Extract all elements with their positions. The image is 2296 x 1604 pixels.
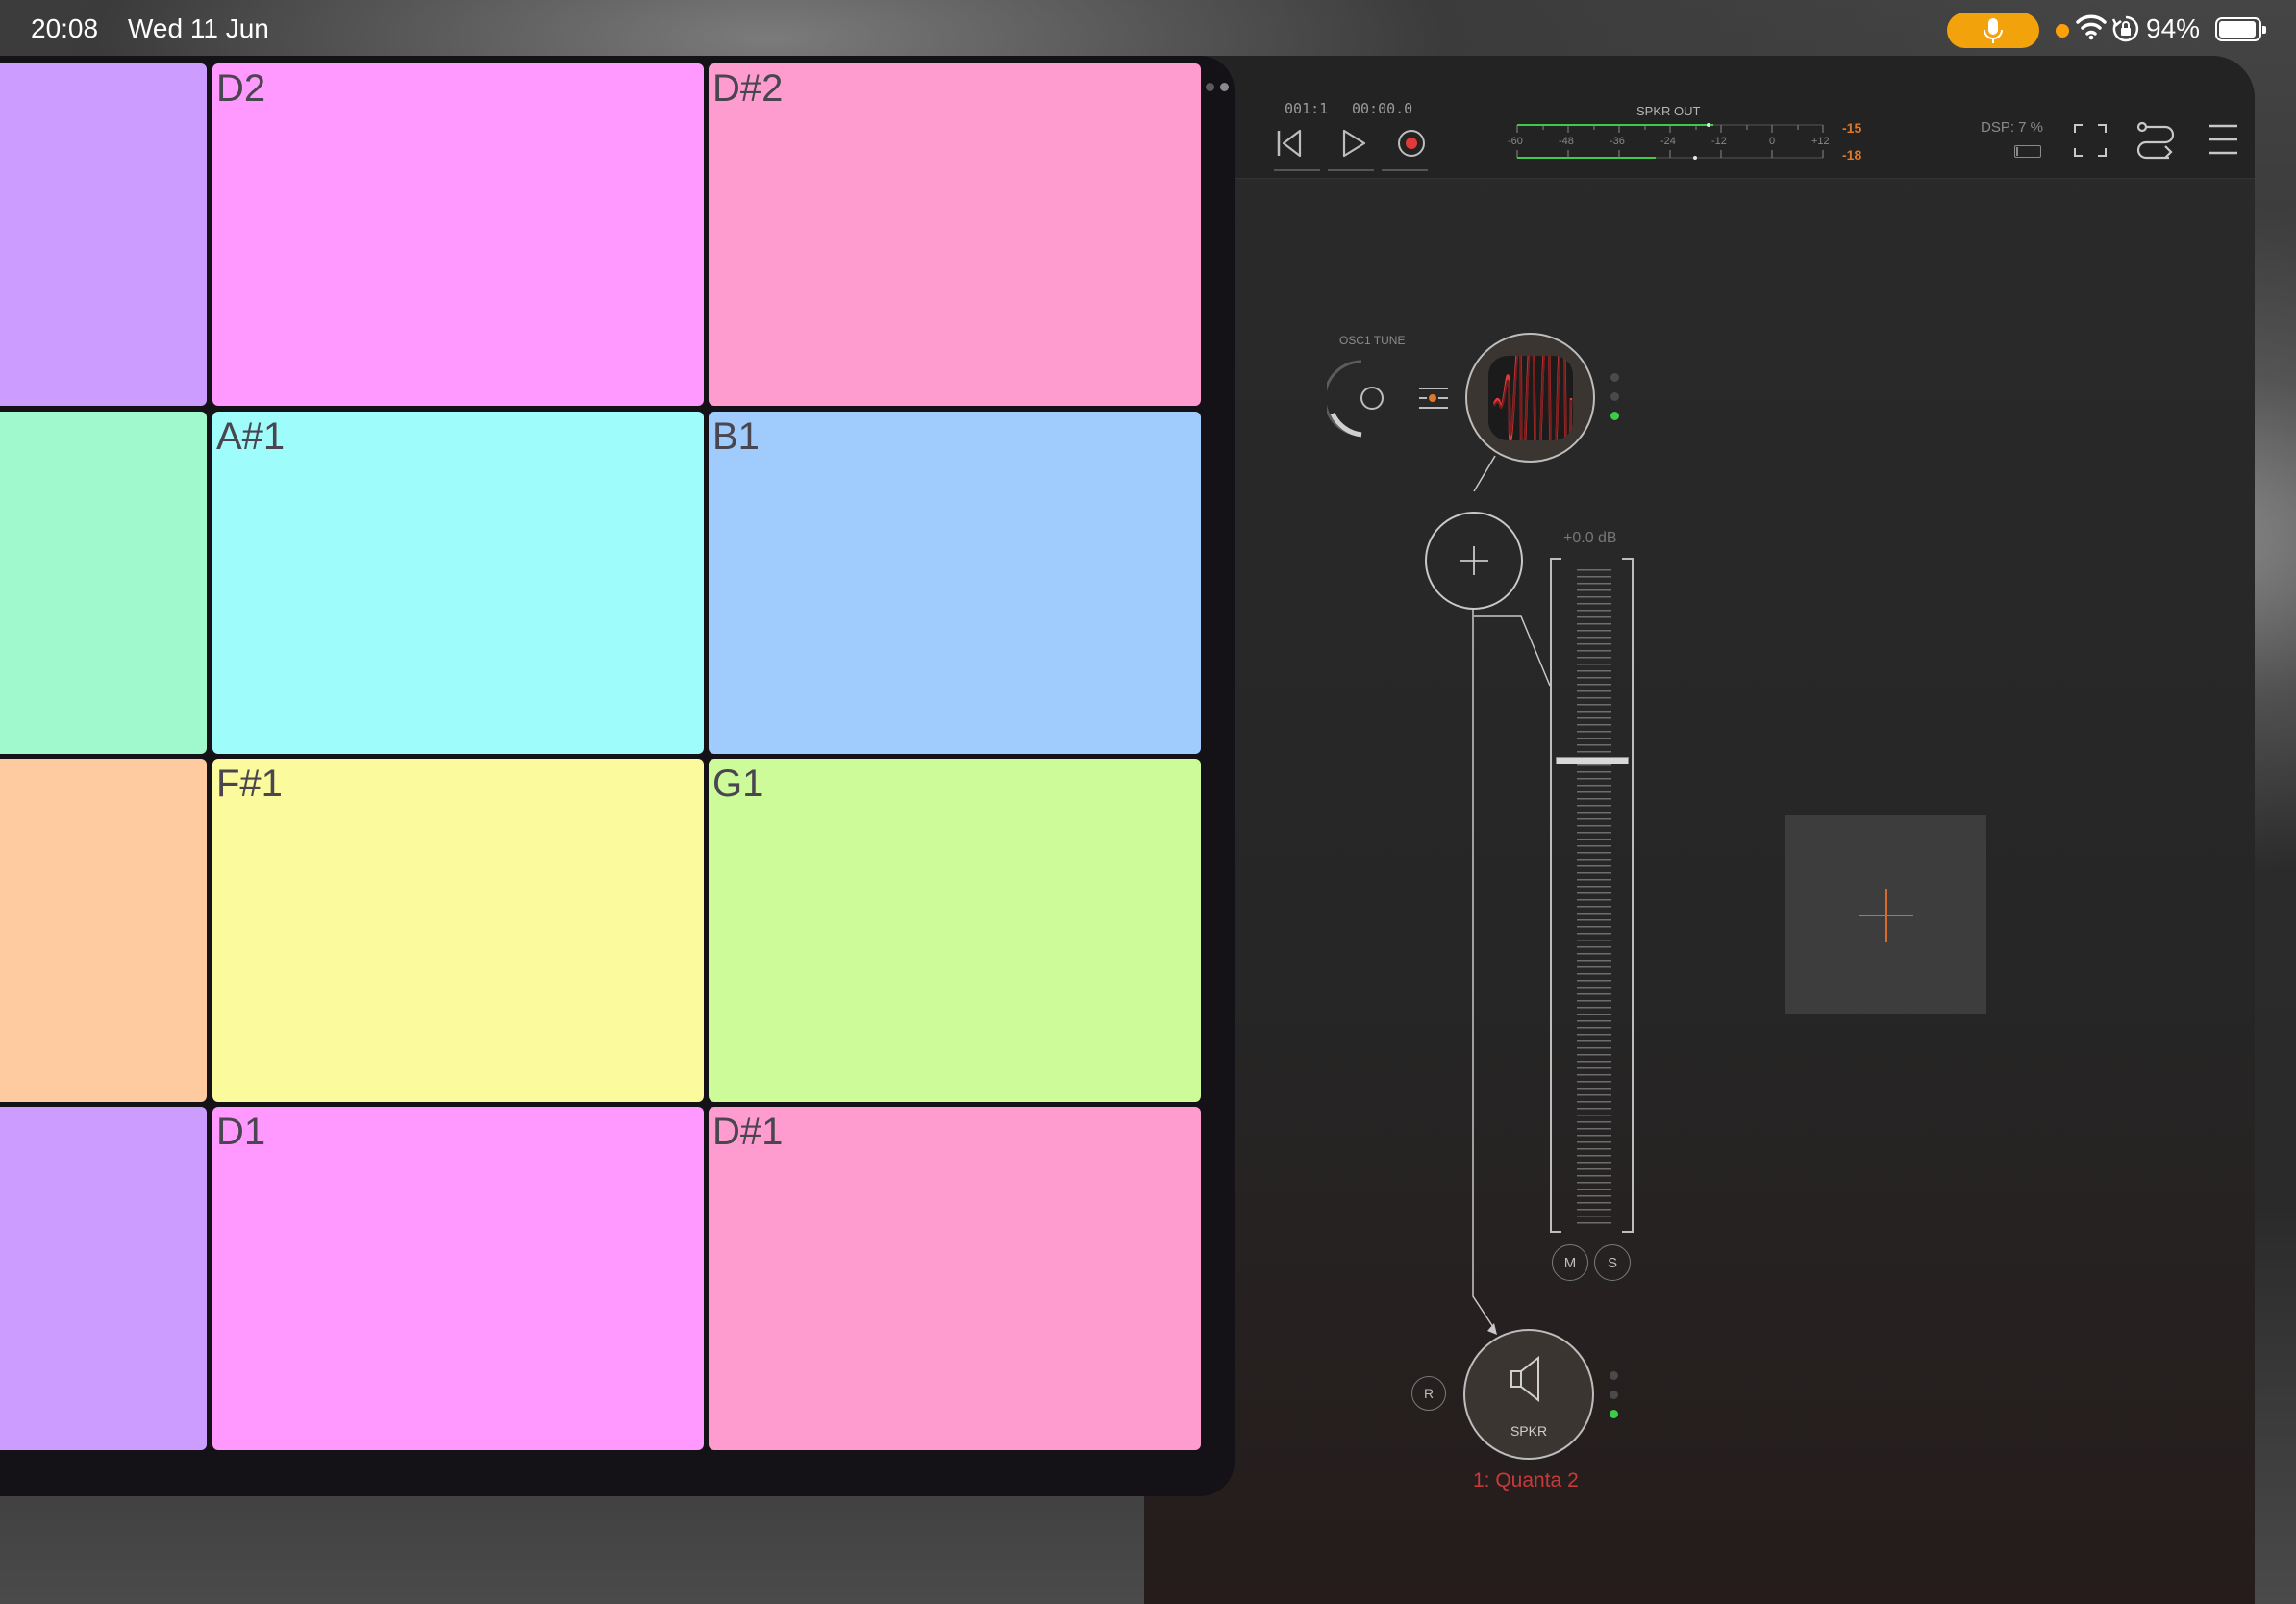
mute-button[interactable]: M	[1552, 1244, 1588, 1281]
note-pad[interactable]: G1	[709, 759, 1201, 1102]
note-pad[interactable]: D1	[212, 1107, 704, 1450]
record-arm-button[interactable]: R	[1411, 1376, 1446, 1411]
pad-label: D1	[216, 1111, 266, 1153]
solo-button[interactable]: S	[1594, 1244, 1631, 1281]
battery-percentage: 94%	[2146, 13, 2201, 43]
speaker-icon	[1510, 1356, 1539, 1402]
note-pad[interactable]	[0, 759, 207, 1102]
add-channel-button[interactable]	[1785, 815, 1986, 1014]
note-pad[interactable]: B1	[709, 412, 1201, 754]
orientation-lock-icon	[2111, 15, 2139, 42]
privacy-indicator-dot	[2056, 24, 2069, 38]
pad-label: F#1	[216, 763, 283, 805]
gain-readout: +0.0 dB	[1563, 530, 1617, 546]
fader-bracket-left	[1550, 558, 1561, 1233]
battery-fill	[2219, 21, 2256, 38]
note-pad[interactable]: D#2	[709, 63, 1201, 406]
note-pad[interactable]	[0, 1107, 207, 1450]
pad-label: D2	[216, 67, 266, 110]
pad-label: G1	[712, 763, 764, 805]
note-pad[interactable]	[0, 63, 207, 406]
note-pad[interactable]	[0, 412, 207, 754]
output-node-label: SPKR	[1510, 1423, 1548, 1439]
node-active-led	[1610, 1410, 1618, 1418]
channel-name[interactable]: 1: Quanta 2	[1473, 1469, 1579, 1492]
battery-icon	[2215, 17, 2266, 41]
mic-icon	[1984, 18, 2003, 43]
note-pad[interactable]: D#1	[709, 1107, 1201, 1450]
mic-in-use-indicator[interactable]	[1947, 13, 2039, 48]
pad-label: D#2	[712, 67, 784, 110]
pad-label: D#1	[712, 1111, 784, 1153]
wifi-icon	[2076, 14, 2107, 40]
fader-scale	[1577, 569, 1611, 1229]
pad-label: B1	[712, 415, 760, 458]
add-effect-button[interactable]	[1425, 512, 1523, 610]
status-time: 20:08	[31, 13, 99, 43]
volume-fader-handle[interactable]	[1556, 757, 1629, 764]
plus-icon	[1859, 889, 1913, 942]
window-drag-handle[interactable]	[1206, 83, 1240, 94]
note-pad[interactable]: D2	[212, 63, 704, 406]
pad-label: A#1	[216, 415, 286, 458]
note-pad[interactable]: A#1	[212, 412, 704, 754]
node-status-dot	[1610, 1391, 1618, 1399]
fader-bracket-right	[1622, 558, 1634, 1233]
note-pad[interactable]: F#1	[212, 759, 704, 1102]
status-date: Wed 11 Jun	[128, 13, 269, 43]
node-status-dot	[1610, 1371, 1618, 1380]
plus-icon	[1460, 546, 1488, 575]
speaker-output-node[interactable]: SPKR	[1463, 1329, 1594, 1460]
